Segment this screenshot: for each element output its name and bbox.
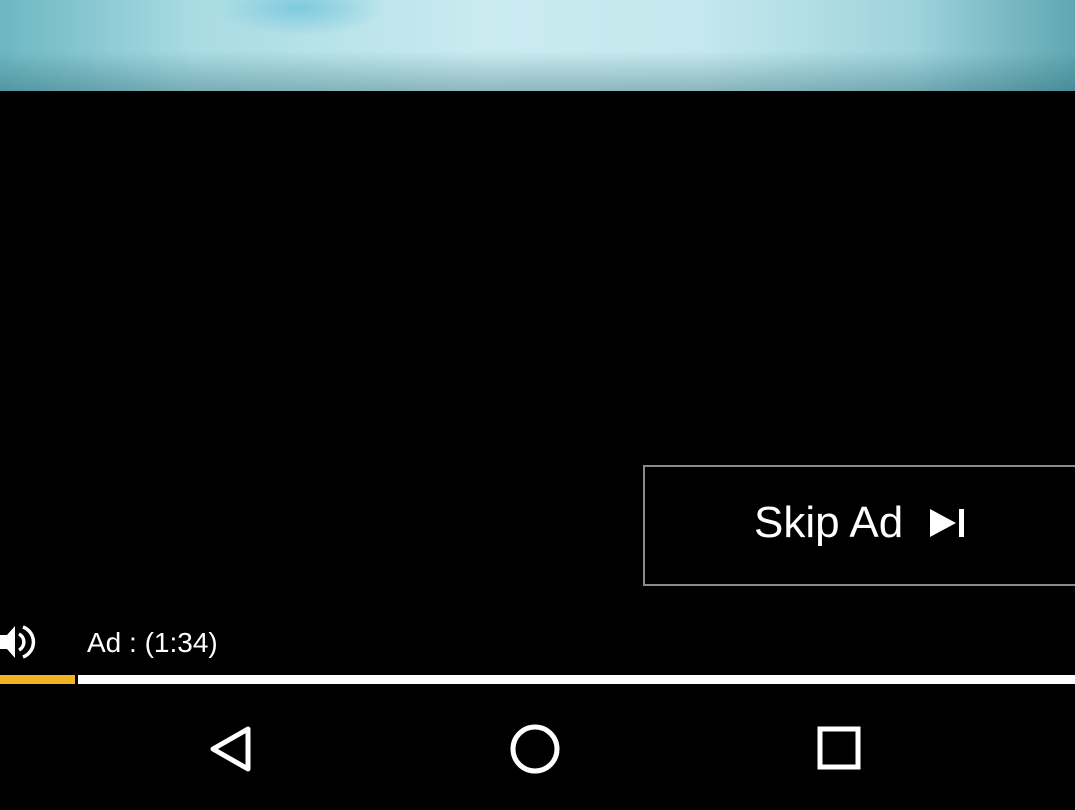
ad-video-area[interactable] (0, 91, 1075, 677)
system-navigation-bar (0, 684, 1075, 810)
recents-square-icon[interactable] (804, 714, 874, 784)
ad-progress-bar (0, 675, 1075, 684)
skip-ad-label: Skip Ad (754, 498, 904, 547)
ad-countdown-timer: Ad : (1:34) (87, 627, 218, 658)
back-triangle-icon[interactable] (198, 714, 268, 784)
ad-progress-marker (75, 675, 78, 684)
volume-icon[interactable] (0, 622, 36, 662)
skip-ad-button[interactable]: Skip Ad (643, 465, 1075, 586)
home-circle-icon[interactable] (500, 714, 570, 784)
video-player-screen: Skip Ad Ad : (1:34) (0, 0, 1075, 810)
video-frame-top-strip (0, 0, 1075, 91)
ad-progress-played (0, 675, 75, 684)
skip-next-icon (930, 509, 964, 537)
